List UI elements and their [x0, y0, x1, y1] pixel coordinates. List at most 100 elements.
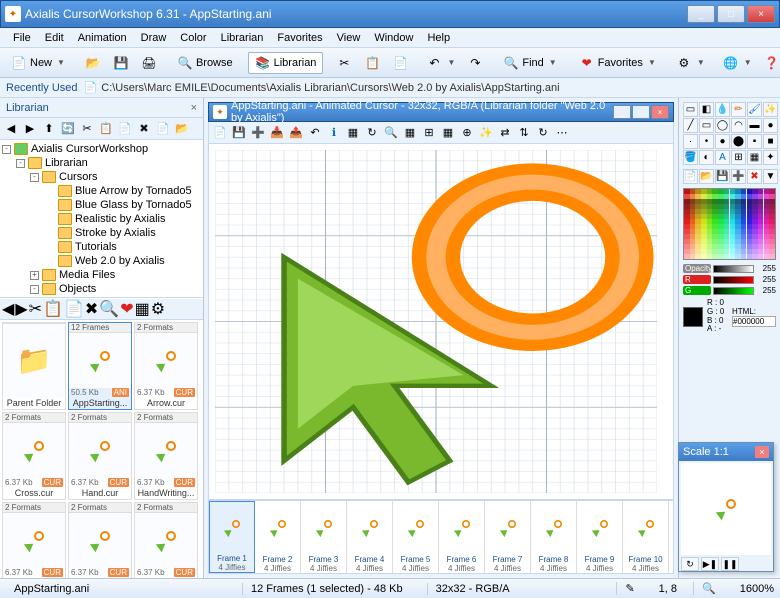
thumb-item[interactable]: 2 Formats6.37 KbCURHelp.cur: [2, 502, 66, 578]
ed-sel-button[interactable]: ▦: [401, 124, 419, 142]
pal-open[interactable]: 📂: [699, 169, 714, 184]
favorites-button[interactable]: ❤Favorites▼: [572, 52, 663, 74]
tree-item[interactable]: -Axialis CursorWorkshop: [2, 142, 201, 156]
doc-maximize-button[interactable]: □: [632, 105, 650, 119]
frame-item[interactable]: Frame 104 Jiffies: [623, 501, 669, 573]
menu-file[interactable]: File: [6, 30, 38, 46]
nav-open-button[interactable]: 📂: [173, 120, 191, 138]
tree-expander-icon[interactable]: +: [30, 271, 39, 280]
tool-fillrect[interactable]: ▬: [747, 118, 762, 133]
tool-size3[interactable]: ●: [715, 134, 730, 149]
tool-pencil[interactable]: ✏: [731, 102, 746, 117]
scale-close-button[interactable]: ×: [755, 446, 769, 458]
tool-arc[interactable]: ◠: [731, 118, 746, 133]
librarian-button[interactable]: 📚Librarian: [248, 52, 324, 74]
html-color-input[interactable]: [732, 316, 776, 327]
ed-flip-button[interactable]: ⇅: [515, 124, 533, 142]
thumb-item[interactable]: 2 Formats6.37 KbCURArrow.cur: [134, 322, 198, 410]
tool-gradient[interactable]: ◐: [699, 150, 714, 165]
ed-more-button[interactable]: ⋯: [553, 124, 571, 142]
tool-text[interactable]: A: [715, 150, 730, 165]
menu-draw[interactable]: Draw: [134, 30, 174, 46]
palette-swatch[interactable]: [695, 254, 701, 259]
pal-add[interactable]: ➕: [731, 169, 746, 184]
menu-help[interactable]: Help: [420, 30, 457, 46]
ed-undo-button[interactable]: ↶: [306, 124, 324, 142]
menu-edit[interactable]: Edit: [38, 30, 71, 46]
thumb-item[interactable]: 2 Formats6.37 KbCURIBeam.cur: [68, 502, 132, 578]
ed-rot-button[interactable]: ↻: [534, 124, 552, 142]
r-slider[interactable]: [713, 276, 754, 284]
scale-preview-panel[interactable]: Scale 1:1× ↻ ▶❚ ❚❚: [678, 442, 774, 572]
scale-loop-button[interactable]: ↻: [681, 557, 699, 571]
palette-swatch[interactable]: [764, 254, 770, 259]
tree-expander-icon[interactable]: -: [16, 159, 25, 168]
tool-fillellipse[interactable]: ●: [763, 118, 778, 133]
ed-export-button[interactable]: 📤: [287, 124, 305, 142]
tool-sizeA[interactable]: ▪: [747, 134, 762, 149]
tool-stamp[interactable]: ⊞: [731, 150, 746, 165]
help-button[interactable]: ❓▼: [759, 52, 780, 74]
tool-sizeB[interactable]: ■: [763, 134, 778, 149]
doc-close-button[interactable]: ×: [651, 105, 669, 119]
pal-menu[interactable]: ▼: [763, 169, 778, 184]
copy-button[interactable]: 📋: [359, 52, 385, 74]
close-button[interactable]: ×: [747, 5, 775, 23]
thumb-item[interactable]: 2 Formats6.37 KbCURNo.cur: [134, 502, 198, 578]
open-button[interactable]: 📂: [80, 52, 106, 74]
palette-swatch[interactable]: [735, 254, 741, 259]
thumb-heart-button[interactable]: ❤: [120, 299, 133, 319]
menu-favorites[interactable]: Favorites: [270, 30, 329, 46]
palette-swatch[interactable]: [707, 254, 713, 259]
web-button[interactable]: 🌐▼: [718, 52, 757, 74]
nav-refresh-button[interactable]: 🔄: [59, 120, 77, 138]
browse-button[interactable]: 🔍Browse: [170, 52, 240, 74]
tool-size2[interactable]: •: [699, 134, 714, 149]
tree-expander-icon[interactable]: -: [2, 145, 11, 154]
g-slider[interactable]: [713, 287, 754, 295]
palette-swatch[interactable]: [741, 254, 747, 259]
thumb-del-button[interactable]: ✖: [85, 299, 98, 319]
menu-view[interactable]: View: [330, 30, 368, 46]
frame-item[interactable]: Frame 94 Jiffies: [577, 501, 623, 573]
menu-librarian[interactable]: Librarian: [214, 30, 271, 46]
thumb-item[interactable]: 📁Parent Folder: [2, 322, 66, 410]
tool-size1[interactable]: ·: [683, 134, 698, 149]
tree-item[interactable]: Tutorials: [2, 240, 201, 254]
opacity-slider[interactable]: [713, 265, 754, 273]
undo-button[interactable]: ↶▼: [421, 52, 460, 74]
thumb-view-button[interactable]: ▦: [135, 299, 150, 319]
menu-animation[interactable]: Animation: [71, 30, 134, 46]
tool-brush[interactable]: 🖌: [747, 102, 762, 117]
minimize-button[interactable]: _: [687, 5, 715, 23]
color-palette[interactable]: [683, 188, 776, 260]
thumb-item[interactable]: 2 Formats6.37 KbCURHand.cur: [68, 412, 132, 500]
nav-up-button[interactable]: ⬆: [40, 120, 58, 138]
frame-item[interactable]: Frame 84 Jiffies: [531, 501, 577, 573]
find-button[interactable]: 🔍Find▼: [496, 52, 563, 74]
nav-back-button[interactable]: ◀: [2, 120, 20, 138]
frame-item[interactable]: Frame 34 Jiffies: [301, 501, 347, 573]
palette-swatch[interactable]: [684, 254, 690, 259]
ed-info-button[interactable]: ℹ: [325, 124, 343, 142]
frame-item[interactable]: Frame 74 Jiffies: [485, 501, 531, 573]
tree-expander-icon[interactable]: -: [30, 285, 39, 294]
frame-item[interactable]: Frame 64 Jiffies: [439, 501, 485, 573]
ed-hotspot-button[interactable]: ⊕: [458, 124, 476, 142]
ed-save-button[interactable]: 💾: [230, 124, 248, 142]
thumb-find-button[interactable]: 🔍: [99, 299, 119, 319]
tree-item[interactable]: Realistic by Axialis: [2, 212, 201, 226]
editor-canvas[interactable]: [208, 144, 674, 500]
frame-item[interactable]: Frame 44 Jiffies: [347, 501, 393, 573]
palette-swatch[interactable]: [690, 254, 696, 259]
nav-copy-button[interactable]: 📋: [97, 120, 115, 138]
tree-item[interactable]: Blue Arrow by Tornado5: [2, 184, 201, 198]
palette-swatch[interactable]: [730, 254, 736, 259]
ed-loop-button[interactable]: ↻: [363, 124, 381, 142]
tree-item[interactable]: Stroke by Axialis: [2, 226, 201, 240]
tool-wand[interactable]: ✨: [763, 102, 778, 117]
tree-item[interactable]: Blue Glass by Tornado5: [2, 198, 201, 212]
thumb-item[interactable]: 12 Frames50.5 KbANIAppStarting...: [68, 322, 132, 410]
tree-item[interactable]: Web 2.0 by Axialis: [2, 254, 201, 268]
thumb-copy-button[interactable]: 📋: [43, 299, 63, 319]
